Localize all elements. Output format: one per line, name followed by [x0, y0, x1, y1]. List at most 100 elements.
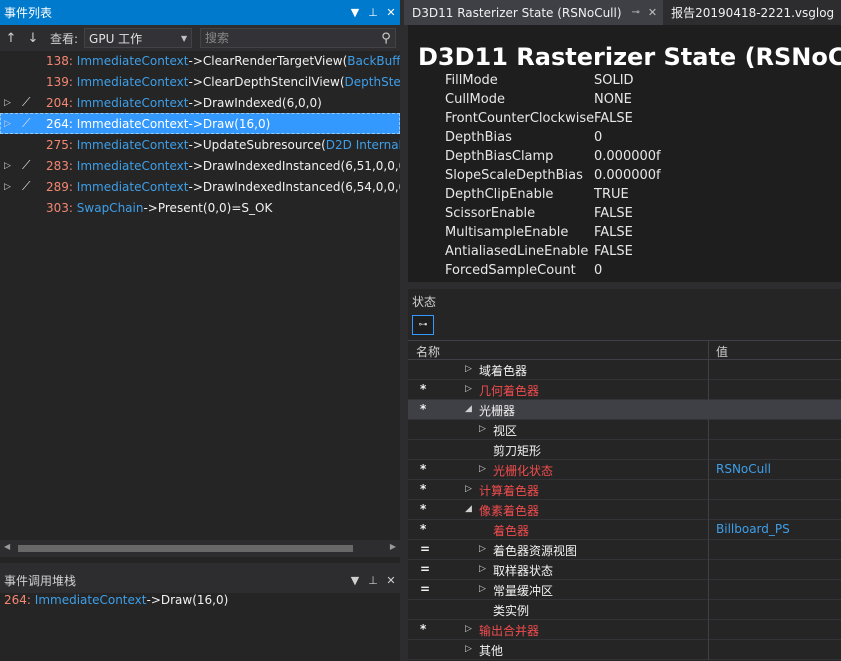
pin-icon[interactable]: ⊸: [632, 7, 640, 18]
event-row[interactable]: 275: ImmediateContext->UpdateSubresource…: [0, 134, 400, 155]
event-row[interactable]: 139: ImmediateContext->ClearDepthStencil…: [0, 71, 400, 92]
event-row[interactable]: 303: SwapChain->Present(0,0)=S_OK: [0, 197, 400, 218]
expand-triangle-icon[interactable]: ▷: [4, 119, 14, 129]
search-icon[interactable]: ⚲: [377, 31, 395, 46]
tree-row[interactable]: * ▷ 光栅化状态 RSNoCull: [408, 460, 841, 480]
call-arrow: ->: [188, 116, 203, 131]
event-row[interactable]: ▷ ⟋ 283: ImmediateContext->DrawIndexedInst…: [0, 155, 400, 176]
close-icon[interactable]: ✕: [382, 574, 400, 587]
expand-triangle-icon[interactable]: ▷: [465, 644, 472, 654]
state-table-header: 名称 值: [408, 340, 841, 361]
expand-triangle-icon[interactable]: ▷: [465, 484, 472, 494]
chevron-down-icon[interactable]: ▼: [346, 6, 364, 19]
tree-row[interactable]: * ▷ 输出合并器: [408, 620, 841, 640]
context-link[interactable]: SwapChain: [77, 201, 144, 215]
tree-row[interactable]: ▷ 域着色器: [408, 360, 841, 380]
tree-row[interactable]: * ◢ 像素着色器: [408, 500, 841, 520]
close-icon[interactable]: ✕: [648, 6, 657, 19]
expand-triangle-icon[interactable]: ▷: [4, 98, 14, 108]
context-link[interactable]: ImmediateContext: [77, 54, 189, 68]
scroll-right-icon[interactable]: ▶: [390, 542, 396, 551]
tab-report[interactable]: 报告20190418-2221.vsglog: [663, 0, 834, 25]
call-arrow: ->: [188, 137, 203, 152]
call-argument-link[interactable]: D2D Internal: G: [326, 138, 400, 152]
call-argument-link[interactable]: BackBuffer: [347, 54, 400, 68]
tree-item-value-link[interactable]: Billboard_PS: [716, 522, 790, 536]
event-list-toolbar: ↑ ↓ 查看: GPU 工作 ▼ ⚲: [0, 25, 400, 51]
column-divider[interactable]: [708, 341, 709, 361]
column-divider: [708, 520, 709, 540]
event-row[interactable]: ▷ ⟋ 204: ImmediateContext->DrawIndexed(6,0…: [0, 92, 400, 113]
chevron-down-icon[interactable]: ▼: [346, 574, 364, 587]
tree-row[interactable]: = ▷ 取样器状态: [408, 560, 841, 580]
expand-triangle-icon[interactable]: ▷: [479, 584, 486, 594]
event-list: 138: ImmediateContext->ClearRenderTarget…: [0, 51, 400, 540]
change-marker: *: [420, 382, 427, 396]
tree-row[interactable]: 类实例: [408, 600, 841, 620]
property-name: FillMode: [445, 73, 498, 88]
expand-triangle-icon[interactable]: ▷: [465, 364, 472, 374]
tree-item-name: 光栅器: [479, 404, 516, 418]
change-marker: =: [420, 542, 431, 556]
property-value: 0: [594, 130, 603, 145]
tree-row[interactable]: * ▷ 几何着色器: [408, 380, 841, 400]
tree-row[interactable]: = ▷ 常量缓冲区: [408, 580, 841, 600]
scrollbar-thumb[interactable]: [18, 545, 353, 552]
event-number: 275:: [46, 137, 73, 152]
tree-row[interactable]: * ◢ 光栅器: [408, 400, 841, 420]
expand-triangle-icon[interactable]: ◢: [465, 504, 472, 514]
event-text: 264: ImmediateContext->Draw(16,0): [46, 117, 270, 131]
tree-item-name: 视区: [493, 424, 518, 438]
expand-triangle-icon[interactable]: ▷: [479, 424, 486, 434]
event-row[interactable]: ▷ ⟋ 289: ImmediateContext->DrawIndexedInst…: [0, 176, 400, 197]
context-link[interactable]: ImmediateContext: [77, 180, 189, 194]
column-header-name[interactable]: 名称: [416, 343, 440, 360]
scroll-left-icon[interactable]: ◀: [4, 542, 10, 551]
event-row[interactable]: 138: ImmediateContext->ClearRenderTarget…: [0, 51, 400, 71]
tree-row[interactable]: * 着色器 Billboard_PS: [408, 520, 841, 540]
context-link[interactable]: ImmediateContext: [77, 138, 189, 152]
panel-splitter[interactable]: [400, 0, 408, 661]
brush-icon: ⟋: [22, 116, 31, 130]
tree-row[interactable]: 剪刀矩形: [408, 440, 841, 460]
pin-icon[interactable]: ⊥: [364, 6, 382, 19]
event-row[interactable]: ▷ ⟋ 264: ImmediateContext->Draw(16,0): [0, 113, 400, 134]
context-link[interactable]: ImmediateContext: [77, 96, 189, 110]
tree-row[interactable]: * ▷ 计算着色器: [408, 480, 841, 500]
page-title: D3D11 Rasterizer State (RSNoCull): [418, 43, 841, 71]
tab-rasterizer-state[interactable]: D3D11 Rasterizer State (RSNoCull) ⊸ ✕: [404, 0, 664, 25]
tree-item-name: 类实例: [493, 604, 530, 618]
call-argument-link[interactable]: DepthStencil: [345, 75, 400, 89]
expand-triangle-icon[interactable]: ▷: [479, 564, 486, 574]
tree-row[interactable]: = ▷ 着色器资源视图: [408, 540, 841, 560]
column-header-value[interactable]: 值: [716, 343, 728, 360]
close-icon[interactable]: ✕: [382, 6, 400, 19]
tree-item-value-link[interactable]: RSNoCull: [716, 462, 771, 476]
context-link[interactable]: ImmediateContext: [77, 159, 189, 173]
event-text: 283: ImmediateContext->DrawIndexedInstan…: [46, 159, 400, 173]
tree-row[interactable]: ▷ 视区: [408, 420, 841, 440]
expand-triangle-icon[interactable]: ▷: [4, 182, 14, 192]
expand-triangle-icon[interactable]: ◢: [465, 404, 472, 414]
horizontal-scrollbar[interactable]: ◀ ▶: [0, 540, 400, 557]
context-link[interactable]: ImmediateContext: [35, 593, 147, 607]
arrow-down-icon[interactable]: ↓: [22, 31, 44, 46]
arrow-up-icon[interactable]: ↑: [0, 31, 22, 46]
property-name: SlopeScaleDepthBias: [445, 168, 583, 183]
collapse-all-button[interactable]: ⊶: [412, 315, 434, 335]
expand-triangle-icon[interactable]: ▷: [479, 544, 486, 554]
search-input[interactable]: [201, 29, 378, 47]
view-select[interactable]: GPU 工作 ▼: [84, 28, 193, 48]
tree-row[interactable]: ▷ 其他: [408, 640, 841, 660]
context-link[interactable]: ImmediateContext: [77, 117, 189, 131]
change-marker: *: [420, 482, 427, 496]
expand-triangle-icon[interactable]: ▷: [4, 161, 14, 171]
context-link[interactable]: ImmediateContext: [77, 75, 189, 89]
expand-triangle-icon[interactable]: ▷: [465, 624, 472, 634]
pin-icon[interactable]: ⊥: [364, 574, 382, 587]
expand-triangle-icon[interactable]: ▷: [465, 384, 472, 394]
view-select-value: GPU 工作: [89, 31, 143, 46]
change-marker: *: [420, 622, 427, 636]
expand-triangle-icon[interactable]: ▷: [479, 464, 486, 474]
callstack-row[interactable]: 264: ImmediateContext->Draw(16,0): [4, 593, 228, 607]
